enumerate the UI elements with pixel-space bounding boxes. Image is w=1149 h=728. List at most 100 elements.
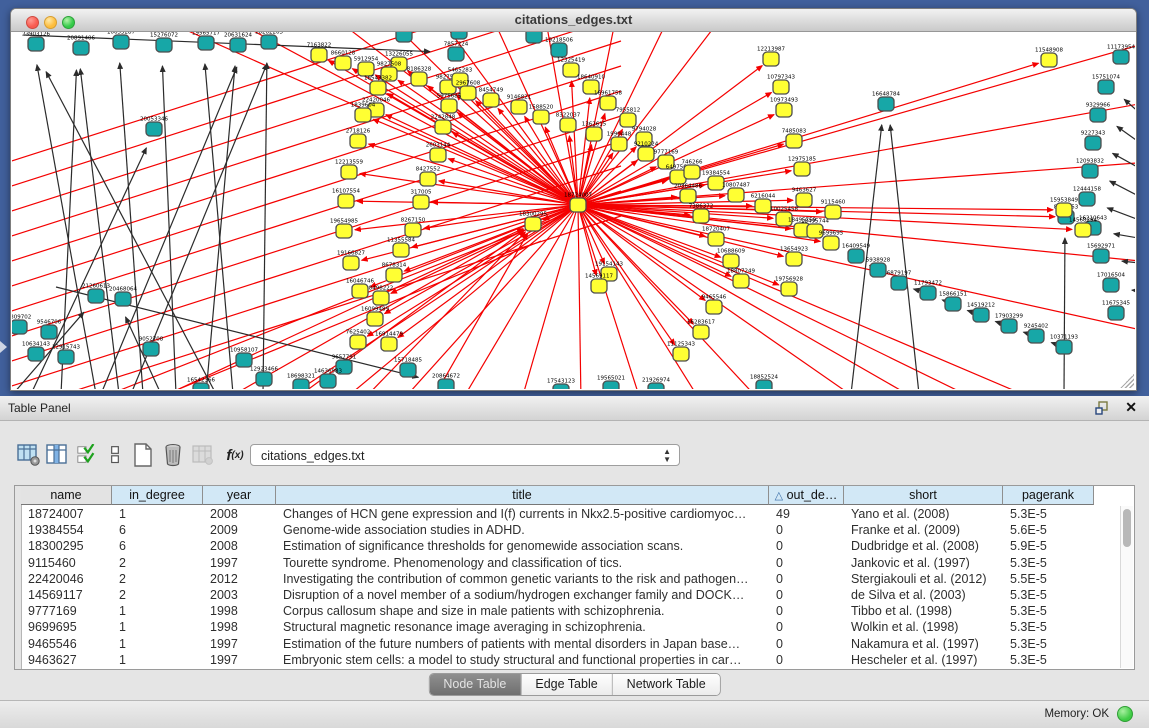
table-settings-icon[interactable] bbox=[16, 442, 42, 468]
graph-node[interactable]: 1990448 bbox=[607, 132, 632, 152]
table-cell[interactable]: 6 bbox=[112, 522, 203, 538]
graph-node[interactable]: 9329966 bbox=[1086, 103, 1111, 123]
table-cell[interactable]: 5.3E-5 bbox=[1003, 652, 1094, 668]
table-cell[interactable]: 0 bbox=[769, 587, 844, 603]
table-cell[interactable]: 2008 bbox=[203, 506, 276, 522]
graph-node[interactable]: 15692971 bbox=[1087, 244, 1115, 264]
graph-node[interactable]: 15751074 bbox=[1092, 75, 1120, 95]
graph-node[interactable]: 9052708 bbox=[139, 337, 164, 357]
new-table-icon[interactable] bbox=[130, 442, 156, 468]
float-panel-icon[interactable] bbox=[1095, 401, 1109, 415]
graph-node[interactable]: 21926974 bbox=[642, 378, 670, 390]
table-cell[interactable]: Embryonic stem cells: a model to study s… bbox=[276, 652, 769, 668]
table-cell[interactable]: 1 bbox=[112, 619, 203, 635]
graph-node[interactable]: 10688609 bbox=[717, 249, 745, 269]
delete-table-icon[interactable] bbox=[160, 442, 186, 468]
show-columns-icon[interactable] bbox=[44, 442, 70, 468]
graph-node[interactable]: 746266 bbox=[682, 160, 703, 180]
graph-node[interactable]: 9227343 bbox=[1081, 131, 1106, 151]
graph-node[interactable]: 19565717 bbox=[192, 32, 220, 50]
table-cell[interactable]: 5.5E-5 bbox=[1003, 571, 1094, 587]
graph-node[interactable]: 10655287 bbox=[107, 32, 135, 49]
window-resize-grip[interactable] bbox=[1120, 374, 1134, 388]
table-cell[interactable]: 1 bbox=[112, 603, 203, 619]
table-cell[interactable]: 5.3E-5 bbox=[1003, 587, 1094, 603]
table-cell[interactable]: Hescheler et al. (1997) bbox=[844, 652, 1003, 668]
graph-node[interactable]: 20891406 bbox=[67, 36, 95, 56]
graph-node[interactable]: 8498222 bbox=[369, 286, 394, 306]
column-header-year[interactable]: year bbox=[203, 486, 276, 505]
table-row[interactable]: 946362711997Embryonic stem cells: a mode… bbox=[21, 652, 1120, 668]
table-cell[interactable]: 0 bbox=[769, 652, 844, 668]
column-header-short[interactable]: short bbox=[844, 486, 1003, 505]
graph-node[interactable]: 18562674 bbox=[445, 32, 473, 39]
network-window-titlebar[interactable]: citations_edges.txt bbox=[11, 9, 1136, 32]
table-row[interactable]: 911546021997Tourette syndrome. Phenomeno… bbox=[21, 555, 1120, 571]
graph-node[interactable]: 8322037 bbox=[556, 113, 581, 133]
graph-node[interactable]: 16099489 bbox=[361, 307, 389, 327]
graph-node[interactable]: 1362615 bbox=[582, 122, 607, 142]
table-cell[interactable]: 0 bbox=[769, 603, 844, 619]
table-cell[interactable]: 5.3E-5 bbox=[1003, 619, 1094, 635]
table-cell[interactable]: 5.3E-5 bbox=[1003, 603, 1094, 619]
table-cell[interactable]: Estimation of the future numbers of pati… bbox=[276, 636, 769, 652]
graph-node[interactable]: 12213987 bbox=[757, 47, 785, 67]
close-panel-icon[interactable]: ✕ bbox=[1125, 399, 1137, 416]
column-header-pagerank[interactable]: pagerank bbox=[1003, 486, 1094, 505]
graph-node[interactable]: 7955812 bbox=[616, 108, 641, 128]
tab-edge-table[interactable]: Edge Table bbox=[521, 674, 612, 695]
graph-node[interactable]: 16262205 bbox=[255, 32, 283, 49]
table-cell[interactable]: 9699695 bbox=[21, 619, 112, 635]
graph-node[interactable]: 12213559 bbox=[335, 160, 363, 180]
table-cell[interactable]: Structural magnetic resonance image aver… bbox=[276, 619, 769, 635]
graph-node[interactable]: 20864672 bbox=[432, 374, 460, 390]
graph-node[interactable]: 9465546 bbox=[702, 295, 727, 315]
graph-node[interactable]: 10797343 bbox=[767, 75, 795, 95]
table-cell[interactable]: Wolkin et al. (1998) bbox=[844, 619, 1003, 635]
graph-node[interactable]: 9699695 bbox=[819, 231, 844, 251]
table-row[interactable]: 1456911722003Disruption of a novel membe… bbox=[21, 587, 1120, 603]
table-row[interactable]: 2242004622012Investigating the contribut… bbox=[21, 571, 1120, 587]
table-cell[interactable]: Tourette syndrome. Phenomenology and cla… bbox=[276, 555, 769, 571]
table-cell[interactable]: 22420046 bbox=[21, 571, 112, 587]
graph-node[interactable]: 16107554 bbox=[332, 189, 360, 209]
graph-node[interactable]: 9463627 bbox=[792, 188, 817, 208]
table-cell[interactable]: 0 bbox=[769, 538, 844, 554]
graph-node[interactable]: 14569117 bbox=[585, 274, 613, 294]
table-row[interactable]: 1830029562008Estimation of significance … bbox=[21, 538, 1120, 554]
graph-node[interactable]: 23903126 bbox=[22, 32, 50, 51]
table-cell[interactable]: 0 bbox=[769, 522, 844, 538]
collapsed-panel-handle[interactable] bbox=[0, 341, 7, 353]
table-row[interactable]: 1938455462009Genome-wide association stu… bbox=[21, 522, 1120, 538]
select-columns-icon[interactable] bbox=[74, 442, 100, 468]
table-cell[interactable]: Tibbo et al. (1998) bbox=[844, 603, 1003, 619]
graph-node[interactable]: 10634143 bbox=[22, 342, 50, 362]
table-row[interactable]: 969969511998Structural magnetic resonanc… bbox=[21, 619, 1120, 635]
table-row[interactable]: 1872400712008Changes of HCN gene express… bbox=[21, 506, 1120, 522]
graph-node[interactable]: 16053809 bbox=[390, 32, 418, 42]
memory-status-indicator[interactable] bbox=[1117, 706, 1133, 722]
table-cell[interactable]: 1998 bbox=[203, 603, 276, 619]
graph-node[interactable]: 16283617 bbox=[687, 320, 715, 340]
table-cell[interactable]: 9115460 bbox=[21, 555, 112, 571]
graph-node[interactable]: 16648784 bbox=[872, 92, 900, 112]
graph-node[interactable]: 18852524 bbox=[750, 375, 778, 390]
graph-node[interactable]: 19166827 bbox=[337, 251, 365, 271]
graph-node[interactable]: 8427552 bbox=[416, 167, 441, 187]
graph-node[interactable]: 5912954 bbox=[354, 57, 379, 77]
graph-node[interactable]: 15866151 bbox=[939, 292, 967, 312]
tab-network-table[interactable]: Network Table bbox=[613, 674, 720, 695]
table-cell[interactable]: 0 bbox=[769, 619, 844, 635]
table-cell[interactable]: 5.9E-5 bbox=[1003, 538, 1094, 554]
table-cell[interactable]: 9777169 bbox=[21, 603, 112, 619]
graph-node[interactable]: 8186328 bbox=[407, 67, 432, 87]
graph-node[interactable]: 19654985 bbox=[330, 219, 358, 239]
table-cell[interactable]: 14569117 bbox=[21, 587, 112, 603]
table-cell[interactable]: 1997 bbox=[203, 636, 276, 652]
table-cell[interactable]: 1 bbox=[112, 506, 203, 522]
table-cell[interactable]: 2 bbox=[112, 571, 203, 587]
graph-node[interactable]: 20053346 bbox=[140, 117, 168, 137]
graph-node[interactable]: 11173954 bbox=[1107, 45, 1135, 65]
graph-node[interactable]: 8660128 bbox=[331, 51, 356, 71]
table-cell[interactable]: Estimation of significance thresholds fo… bbox=[276, 538, 769, 554]
